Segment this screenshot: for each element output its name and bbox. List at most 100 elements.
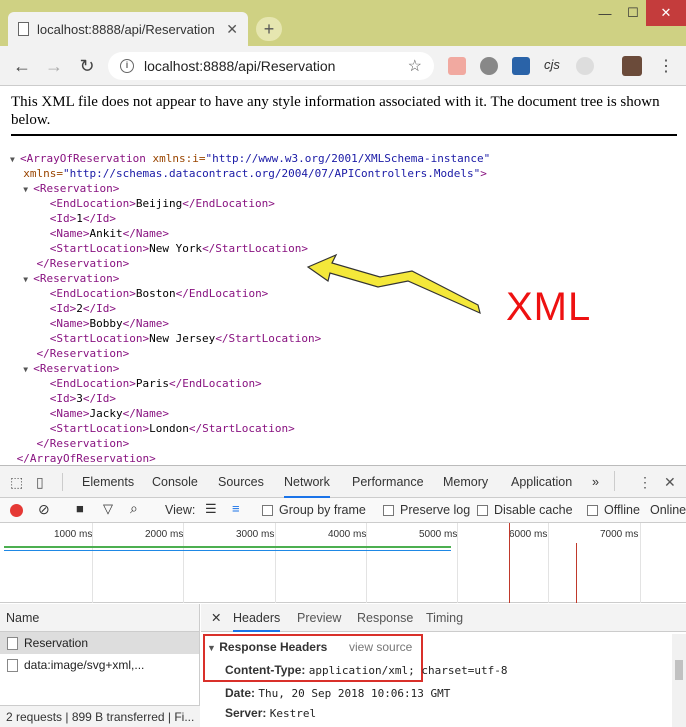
collapse-triangle-icon[interactable]: ▼ (23, 182, 33, 197)
extension-icon-4[interactable]: cjs (544, 57, 562, 75)
offline-checkbox[interactable] (587, 505, 598, 516)
xml-root-open: ▼ <ArrayOfReservation xmlns:i="http://www… (10, 152, 491, 167)
avatar[interactable] (622, 56, 642, 76)
collapse-triangle-icon[interactable]: ▼ (10, 152, 20, 167)
header-key: Server: (225, 706, 267, 720)
timeline-tick-label: 2000 ms (145, 529, 184, 540)
network-timeline[interactable]: 1000 ms 2000 ms 3000 ms 4000 ms 5000 ms 6000 … (0, 523, 686, 603)
header-key: Date: (225, 686, 256, 700)
request-row[interactable]: data:image/svg+xml,... (0, 654, 199, 676)
tab-performance[interactable]: Performance (352, 466, 424, 498)
list-view-icon[interactable]: ☰ (205, 501, 217, 517)
tab-close-icon[interactable]: ✕ (226, 21, 238, 38)
header-value: Thu, 20 Sep 2018 10:06:13 GMT (258, 687, 451, 700)
devtools-close-icon[interactable]: ✕ (664, 474, 676, 491)
extension-icon-1[interactable] (448, 57, 466, 75)
tab-sources[interactable]: Sources (218, 466, 264, 498)
tab-memory[interactable]: Memory (443, 466, 488, 498)
camera-icon[interactable]: ■ (76, 501, 84, 516)
disable-cache-label: Disable cache (494, 503, 573, 517)
tab-console[interactable]: Console (152, 466, 198, 498)
request-list-pane: Name Reservation data:image/svg+xml,... 2… (0, 604, 200, 727)
menu-icon[interactable]: ⋮ (654, 54, 678, 78)
timeline-gridline (275, 523, 276, 603)
maximize-button[interactable]: ☐ (620, 0, 646, 26)
header-key: Content-Type: (225, 663, 306, 677)
extension-icon-2[interactable] (480, 57, 498, 75)
tab-network[interactable]: Network (284, 466, 330, 498)
response-header-row: Server: Kestrel (225, 706, 316, 720)
name-column-header[interactable]: Name (0, 604, 199, 632)
request-detail-pane: ✕ Headers Preview Response Timing ▼ Respons… (201, 604, 686, 727)
info-icon[interactable]: i (120, 59, 134, 73)
detail-tab-response[interactable]: Response (357, 604, 413, 632)
detail-tab-timing[interactable]: Timing (426, 604, 463, 632)
xml-root-ns: xmlns="http://schemas.datacontract.org/2… (23, 167, 487, 180)
browser-tab[interactable]: localhost:8888/api/Reservation ✕ (8, 12, 248, 46)
url-text[interactable]: localhost:8888/api/Reservation (144, 58, 398, 74)
scrollbar-thumb[interactable] (675, 660, 683, 680)
view-label: View: (165, 503, 196, 517)
device-toolbar-icon[interactable]: ▯ (36, 474, 44, 491)
offline-label: Offline (604, 503, 640, 517)
throttling-select[interactable]: Online (650, 503, 686, 517)
detail-tab-preview[interactable]: Preview (297, 604, 341, 632)
divider (62, 473, 63, 491)
scrollbar[interactable] (672, 634, 686, 727)
expand-triangle-icon[interactable]: ▼ (207, 643, 216, 653)
response-headers-section[interactable]: ▼ Response Headers (207, 640, 327, 654)
detail-tab-headers[interactable]: Headers (233, 604, 281, 632)
tab-elements[interactable]: Elements (82, 466, 134, 498)
bookmark-star-icon[interactable]: ☆ (408, 56, 422, 76)
devtools-panel: ⬚ ▯ Elements Console Sources Network Perform… (0, 465, 686, 727)
xml-banner: This XML file does not appear to have an… (11, 93, 677, 136)
timeline-gridline (640, 523, 641, 603)
tab-title: localhost:8888/api/Reservation (37, 21, 215, 37)
search-icon[interactable]: ⌕ (130, 500, 138, 517)
file-icon (7, 637, 18, 650)
forward-icon[interactable]: → (42, 54, 66, 78)
clear-icon[interactable]: ⊘ (38, 501, 50, 518)
reload-icon[interactable]: ↻ (75, 54, 99, 78)
xml-annotation-label: XML (506, 285, 592, 329)
inspect-icon[interactable]: ⬚ (10, 474, 23, 491)
disable-cache-checkbox[interactable] (477, 505, 488, 516)
reservation-field: <Id>3</Id> (10, 392, 116, 405)
address-bar[interactable]: i localhost:8888/api/Reservation ☆ (108, 52, 434, 80)
group-by-frame-label: Group by frame (279, 503, 366, 517)
page-content: This XML file does not appear to have an… (0, 87, 686, 465)
request-row[interactable]: Reservation (0, 632, 199, 654)
request-name: data:image/svg+xml,... (24, 658, 145, 672)
extension-icon-5[interactable] (576, 57, 594, 75)
more-tabs-icon[interactable]: » (592, 466, 599, 498)
timeline-tick-label: 1000 ms (54, 529, 93, 540)
back-icon[interactable]: ← (10, 54, 34, 78)
preserve-log-label: Preserve log (400, 503, 471, 517)
filter-icon[interactable]: ▽ (103, 501, 113, 517)
response-header-row: Content-Type: application/xml; charset=u… (225, 663, 507, 677)
timeline-tick-label: 5000 ms (419, 529, 458, 540)
collapse-triangle-icon[interactable]: ▼ (23, 362, 33, 377)
tab-application[interactable]: Application (511, 466, 572, 498)
annotation-arrow (306, 253, 481, 315)
detail-tabs: ✕ Headers Preview Response Timing (201, 604, 686, 632)
view-source-link[interactable]: view source (349, 640, 412, 654)
load-marker (509, 523, 510, 603)
reservation-open-tag: ▼ <Reservation> (23, 182, 120, 197)
record-icon[interactable] (10, 504, 23, 517)
minimize-button[interactable]: — (590, 0, 620, 26)
close-detail-icon[interactable]: ✕ (211, 604, 221, 632)
requests-split-view: Name Reservation data:image/svg+xml,... 2… (0, 604, 686, 727)
devtools-menu-icon[interactable]: ⋮ (638, 474, 652, 491)
preserve-log-checkbox[interactable] (383, 505, 394, 516)
close-window-button[interactable]: ✕ (646, 0, 686, 26)
reservation-field: <EndLocation>Beijing</EndLocation> (10, 197, 275, 210)
group-by-frame-checkbox[interactable] (262, 505, 273, 516)
collapse-triangle-icon[interactable]: ▼ (23, 272, 33, 287)
new-tab-button[interactable]: + (256, 17, 282, 41)
timeline-bar-green (4, 546, 451, 548)
reservation-field: <Name>Jacky</Name> (10, 407, 169, 420)
waterfall-view-icon[interactable]: ≡ (232, 501, 240, 516)
status-bar: 2 requests | 899 B transferred | Fi... (0, 705, 200, 727)
extension-icon-3[interactable] (512, 57, 530, 75)
